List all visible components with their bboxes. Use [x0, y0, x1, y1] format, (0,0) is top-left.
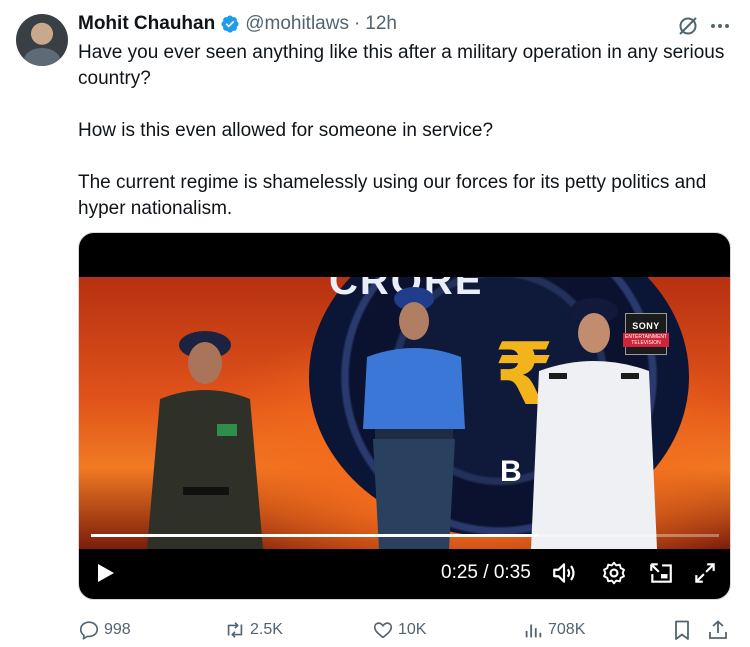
fullscreen-icon[interactable] — [692, 560, 718, 586]
views-button[interactable]: 708K — [522, 616, 585, 644]
reply-icon — [79, 621, 99, 640]
separator-dot: · — [353, 13, 361, 34]
reply-count: 998 — [104, 621, 131, 638]
tweet-header: Mohit Chauhan @mohitlaws · 12h — [78, 12, 397, 36]
air-force-officer-figure — [363, 287, 465, 549]
more-icon — [711, 24, 715, 28]
post-time[interactable]: 12h — [365, 13, 397, 35]
repost-icon — [227, 622, 243, 638]
share-icon[interactable] — [706, 616, 730, 644]
video-frame[interactable]: CRORE ₹ B SONY ENTERTAINMENT TELEVISIO — [79, 277, 730, 549]
repost-count: 2.5K — [250, 621, 283, 638]
repost-button[interactable]: 2.5K — [224, 616, 283, 644]
tweet-paragraph: The current regime is shamelessly using … — [78, 172, 707, 219]
avatar[interactable] — [16, 14, 68, 66]
video-controls: 0:25 / 0:35 — [79, 529, 730, 599]
like-button[interactable]: 10K — [372, 616, 426, 644]
play-icon[interactable] — [93, 561, 117, 585]
view-count: 708K — [548, 621, 586, 638]
video-player[interactable]: CRORE ₹ B SONY ENTERTAINMENT TELEVISIO — [78, 232, 731, 600]
author-handle[interactable]: @mohitlaws — [245, 13, 349, 35]
like-icon — [373, 622, 393, 639]
bookmark-icon[interactable] — [670, 616, 694, 644]
army-officer-figure — [147, 331, 263, 549]
author-name[interactable]: Mohit Chauhan — [78, 13, 215, 35]
views-icon — [525, 624, 542, 638]
video-timecode: 0:25 / 0:35 — [441, 562, 531, 583]
reply-button[interactable]: 998 — [78, 616, 131, 644]
sony-logo-subtext: ENTERTAINMENT TELEVISION — [623, 333, 669, 347]
grok-icon[interactable] — [676, 14, 700, 38]
broadcaster-logo: SONY ENTERTAINMENT TELEVISION — [623, 313, 669, 355]
sony-logo-text: SONY — [632, 321, 660, 331]
tweet-actions: 998 2.5K 10K 708K — [78, 616, 738, 644]
like-count: 10K — [398, 621, 427, 638]
picture-in-picture-icon[interactable] — [648, 560, 674, 586]
volume-icon[interactable] — [551, 560, 577, 586]
progress-fill — [91, 534, 537, 537]
tweet-text: Have you ever seen anything like this af… — [78, 40, 738, 222]
settings-icon[interactable] — [601, 560, 627, 586]
tweet-paragraph: Have you ever seen anything like this af… — [78, 42, 725, 89]
more-options-button[interactable] — [708, 14, 732, 38]
progress-bar[interactable] — [91, 534, 719, 537]
verified-badge-icon — [221, 15, 239, 33]
tweet-paragraph: How is this even allowed for someone in … — [78, 120, 494, 141]
